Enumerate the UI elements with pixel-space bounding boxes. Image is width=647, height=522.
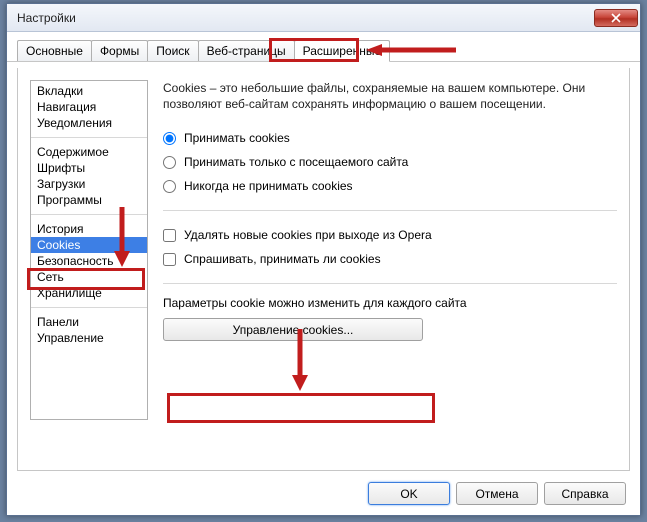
dialog-footer: OK Отмена Справка — [368, 482, 626, 505]
tab-webpages[interactable]: Веб-страницы — [198, 40, 295, 61]
sidebar-item-toolbars[interactable]: Управление — [31, 330, 147, 346]
help-button[interactable]: Справка — [544, 482, 626, 505]
sidebar-item-history[interactable]: История — [31, 221, 147, 237]
tab-search[interactable]: Поиск — [147, 40, 198, 61]
sidebar-separator — [31, 214, 147, 215]
check-ask-accept[interactable]: Спрашивать, принимать ли cookies — [163, 247, 617, 271]
sidebar-item-network[interactable]: Сеть — [31, 269, 147, 285]
sidebar-item-content[interactable]: Содержимое — [31, 144, 147, 160]
sidebar-item-storage[interactable]: Хранилище — [31, 285, 147, 301]
sidebar-item-fonts[interactable]: Шрифты — [31, 160, 147, 176]
divider — [163, 283, 617, 284]
tab-advanced[interactable]: Расширенные — [294, 40, 391, 62]
close-button[interactable] — [594, 9, 638, 27]
sidebar-item-tabs[interactable]: Вкладки — [31, 83, 147, 99]
radio-accept-cookies[interactable]: Принимать cookies — [163, 126, 617, 150]
radio-never-accept[interactable]: Никогда не принимать cookies — [163, 174, 617, 198]
sidebar-item-programs[interactable]: Программы — [31, 192, 147, 208]
ok-button[interactable]: OK — [368, 482, 450, 505]
titlebar: Настройки — [7, 4, 640, 32]
sidebar-separator — [31, 137, 147, 138]
tab-basic[interactable]: Основные — [17, 40, 92, 61]
sidebar-item-security[interactable]: Безопасность — [31, 253, 147, 269]
tab-bar: Основные Формы Поиск Веб-страницы Расшир… — [7, 32, 640, 62]
sidebar-item-panels[interactable]: Панели — [31, 314, 147, 330]
sidebar-item-cookies[interactable]: Cookies — [31, 237, 147, 253]
divider — [163, 210, 617, 211]
manage-cookies-button[interactable]: Управление cookies... — [163, 318, 423, 341]
sidebar-item-downloads[interactable]: Загрузки — [31, 176, 147, 192]
dialog-body: Основные Формы Поиск Веб-страницы Расшир… — [7, 32, 640, 515]
tab-forms[interactable]: Формы — [91, 40, 148, 61]
settings-dialog: Настройки Основные Формы Поиск Веб-стран… — [6, 3, 641, 516]
sidebar-item-notifications[interactable]: Уведомления — [31, 115, 147, 131]
check-delete-on-exit[interactable]: Удалять новые cookies при выходе из Oper… — [163, 223, 617, 247]
cookies-description: Cookies – это небольшие файлы, сохраняем… — [163, 80, 617, 112]
radio-accept-visited[interactable]: Принимать только с посещаемого сайта — [163, 150, 617, 174]
check-delete-on-exit-input[interactable] — [163, 229, 176, 242]
radio-accept-cookies-input[interactable] — [163, 132, 176, 145]
check-ask-accept-input[interactable] — [163, 253, 176, 266]
per-site-label: Параметры cookie можно изменить для кажд… — [163, 296, 617, 310]
cancel-button[interactable]: Отмена — [456, 482, 538, 505]
sidebar-item-navigation[interactable]: Навигация — [31, 99, 147, 115]
radio-never-accept-input[interactable] — [163, 180, 176, 193]
tab-content: Вкладки Навигация Уведомления Содержимое… — [17, 68, 630, 471]
radio-accept-visited-input[interactable] — [163, 156, 176, 169]
sidebar: Вкладки Навигация Уведомления Содержимое… — [30, 80, 148, 420]
main-panel: Cookies – это небольшие файлы, сохраняем… — [163, 80, 617, 458]
window-title: Настройки — [17, 11, 594, 25]
sidebar-separator — [31, 307, 147, 308]
close-icon — [611, 13, 621, 23]
